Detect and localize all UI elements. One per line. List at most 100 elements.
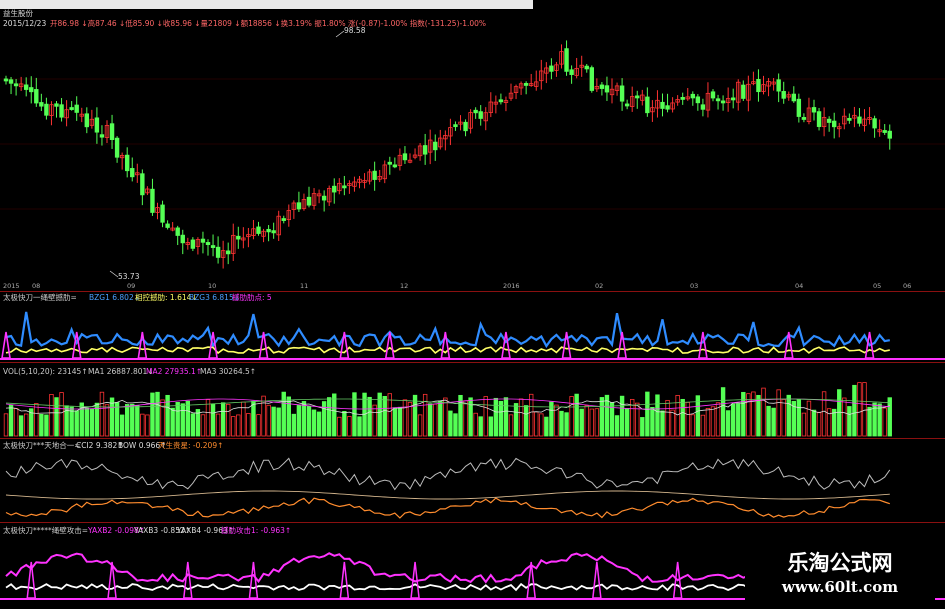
- magenta-spike: [592, 561, 602, 599]
- volume-bar: [816, 411, 822, 437]
- candle-body: [130, 168, 135, 178]
- volume-bar: [680, 398, 685, 437]
- volume-bar: [776, 389, 781, 437]
- candle-body: [125, 154, 130, 172]
- volume-bar: [655, 394, 660, 437]
- volume-bar: [720, 387, 726, 437]
- candle-body: [8, 79, 14, 84]
- volume-bar: [266, 404, 271, 437]
- volume-bar: [478, 416, 483, 437]
- volume-bar: [806, 400, 812, 437]
- candle-body: [306, 196, 312, 206]
- volume-bar: [756, 394, 761, 437]
- tan-line: [5, 490, 890, 500]
- volume-bar: [342, 410, 347, 437]
- volume-bar: [837, 389, 842, 437]
- volume-bar: [786, 394, 791, 437]
- volume-bar: [498, 400, 504, 437]
- volume-bar: [397, 406, 403, 437]
- candlestick-chart[interactable]: [0, 9, 945, 285]
- volume-bar: [357, 416, 362, 437]
- indicator-panel-1[interactable]: 太极快刀一绳壁撼肋= BZG1 6.802↓ 相控撼肋: 1.614↓ BZG3…: [0, 292, 945, 362]
- candle-body: [160, 204, 165, 223]
- magenta-spike: [617, 331, 628, 359]
- volume-bar: [544, 416, 549, 437]
- volume-bar: [104, 404, 110, 437]
- volume-bar: [503, 397, 509, 437]
- axis-label: 06: [903, 282, 912, 290]
- magenta-spike: [440, 331, 451, 359]
- volume-bar: [584, 405, 589, 437]
- axis-label: 10: [208, 282, 217, 290]
- candle-body: [180, 234, 185, 244]
- candle-body: [165, 223, 170, 228]
- volume-bar: [640, 417, 645, 437]
- volume-bar: [670, 409, 675, 437]
- candle-body: [791, 93, 796, 102]
- volume-bar: [589, 408, 594, 437]
- volume-bar: [453, 413, 458, 437]
- volume-bar: [842, 397, 847, 437]
- volume-bar: [736, 403, 741, 437]
- axis-label: 2016: [503, 282, 520, 290]
- volume-bar: [710, 406, 716, 437]
- magenta-spike: [182, 561, 193, 599]
- candle-body: [109, 123, 115, 140]
- candle-body: [54, 103, 59, 107]
- orange-line: [5, 497, 890, 519]
- volume-bar: [54, 397, 59, 437]
- volume-bar: [690, 414, 695, 437]
- high-marker-line: [335, 30, 345, 38]
- blue-indicator-line: [5, 311, 890, 349]
- volume-bar: [140, 413, 145, 437]
- volume-bar: [256, 414, 261, 437]
- volume-bar: [291, 413, 297, 437]
- volume-bar: [751, 391, 756, 437]
- candle-body: [175, 227, 180, 236]
- volume-bar: [862, 382, 867, 437]
- volume-bar: [534, 411, 539, 437]
- volume-bar: [34, 403, 39, 437]
- volume-bar: [200, 414, 206, 437]
- volume-bar: [170, 407, 175, 437]
- volume-bar: [867, 406, 872, 437]
- volume-bar: [301, 401, 307, 437]
- volume-bar: [433, 403, 438, 437]
- magenta-spike: [137, 331, 148, 359]
- volume-bar: [44, 414, 49, 437]
- volume-bar: [559, 410, 564, 437]
- top-toolbar[interactable]: [0, 0, 533, 9]
- volume-bar: [579, 408, 584, 437]
- axis-label: 02: [595, 282, 604, 290]
- candle-body: [731, 97, 736, 101]
- volume-bar: [725, 410, 731, 437]
- candle-body: [200, 238, 206, 243]
- candle-body: [422, 145, 428, 155]
- volume-bar: [796, 399, 802, 437]
- volume-bar: [574, 393, 579, 437]
- volume-bar: [271, 406, 276, 437]
- volume-bar: [700, 414, 706, 437]
- cci-line: [5, 457, 891, 491]
- candle-body: [387, 161, 392, 165]
- candle-body: [271, 230, 276, 234]
- candle-body: [549, 65, 554, 72]
- volume-bar: [210, 403, 216, 437]
- candle-body: [710, 91, 716, 99]
- volume-bar: [594, 408, 600, 437]
- price-panel[interactable]: 益生股份 2015/12/23 开86.98 ↓高87.46 ↓低85.90 ↓…: [0, 9, 945, 285]
- volume-panel[interactable]: VOL(5,10,20): 23145↑ MA1 26887.801↓ MA2 …: [0, 366, 945, 438]
- candle-body: [872, 118, 877, 129]
- volume-bar: [23, 413, 29, 437]
- volume-bar: [539, 413, 544, 437]
- candle-body: [150, 188, 155, 213]
- candle-body: [680, 97, 685, 100]
- volume-bar: [236, 414, 241, 437]
- candle-body: [584, 65, 589, 70]
- candle-body: [453, 124, 458, 128]
- brand-url: www.60lt.com: [781, 578, 899, 596]
- volume-bar: [316, 411, 322, 437]
- indicator-panel-3[interactable]: 太极快刀***天地合一= CCI2 9.382↑ BOW 0.966↑ 天生贵星…: [0, 440, 945, 522]
- volume-bar: [180, 403, 185, 437]
- volume-bar: [276, 407, 281, 437]
